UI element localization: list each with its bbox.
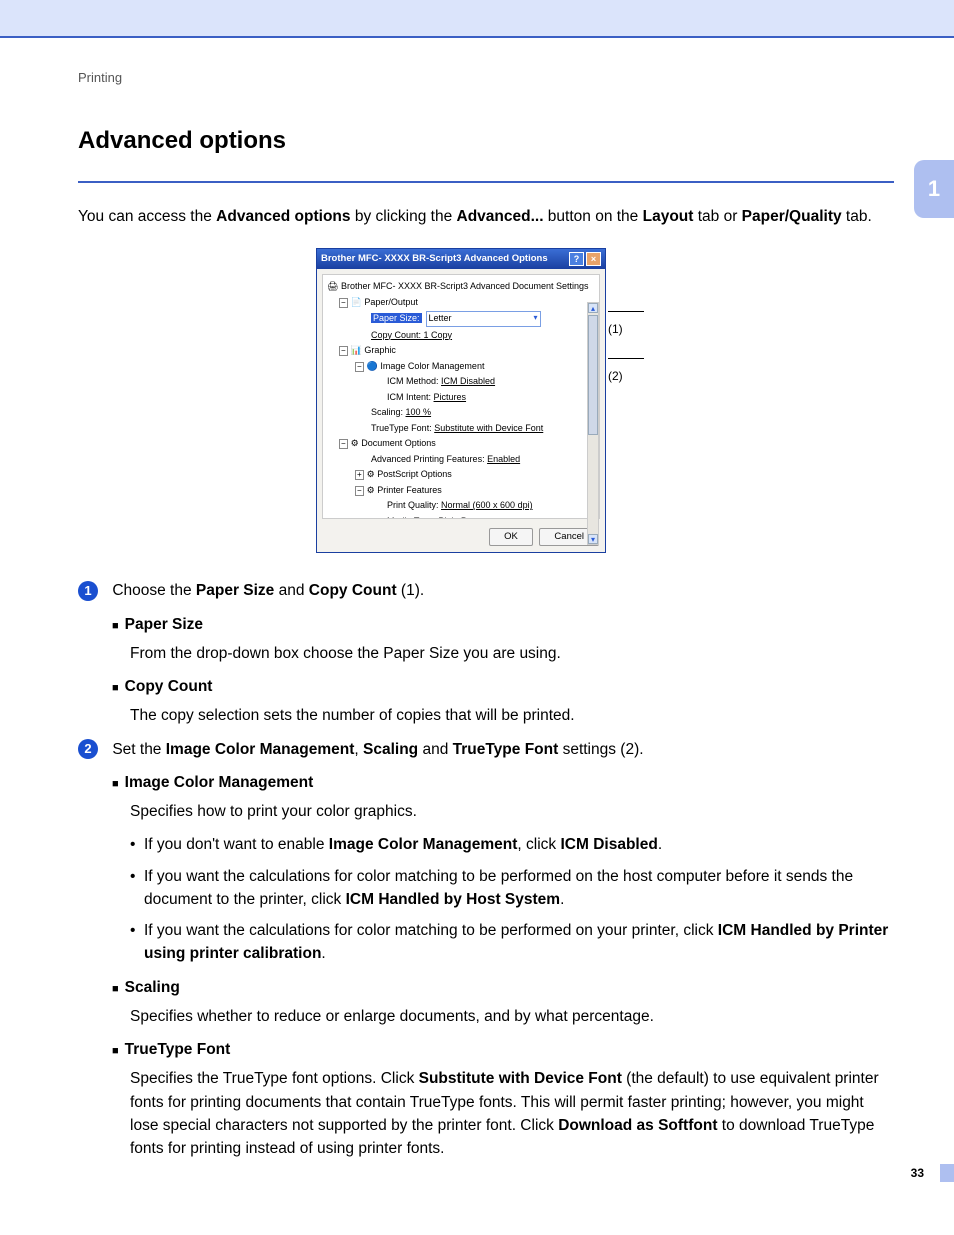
tree-icm-method[interactable]: ICM Method: ICM Disabled — [327, 374, 595, 390]
help-button[interactable]: ? — [569, 252, 584, 266]
step2-ttf: ■TrueType Font Specifies the TrueType fo… — [112, 1038, 894, 1160]
heading-rule — [78, 181, 894, 183]
advanced-options-dialog: Brother MFC- XXXX BR-Script3 Advanced Op… — [316, 248, 606, 554]
callout-1: (1) — [608, 302, 656, 338]
page-content: Printing Advanced options You can access… — [0, 38, 954, 1210]
intro-paragraph: You can access the Advanced options by c… — [78, 205, 894, 228]
scroll-thumb[interactable] — [588, 315, 598, 435]
tree-media-type[interactable]: Media Type: Plain Paper — [327, 514, 595, 520]
tree-paper-size[interactable]: Paper Size:Letter — [327, 310, 595, 328]
callout-2: (2) — [608, 349, 656, 385]
dialog-tree: 🖨 Brother MFC- XXXX BR-Script3 Advanced … — [322, 274, 600, 519]
tree-icm[interactable]: −🔵 Image Color Management — [327, 359, 595, 375]
dialog-scrollbar[interactable]: ▴ ▾ — [587, 302, 599, 545]
page-number-band — [940, 1164, 954, 1182]
step-badge-2: 2 — [78, 739, 98, 759]
icm-bullet-2: If you want the calculations for color m… — [130, 865, 894, 912]
tree-copy-count[interactable]: Copy Count: 1 Copy — [327, 328, 595, 344]
step1-copy-count: ■Copy Count The copy selection sets the … — [112, 675, 894, 728]
step-1: 1 Choose the Paper Size and Copy Count (… — [78, 579, 894, 727]
dialog-figure: Brother MFC- XXXX BR-Script3 Advanced Op… — [316, 248, 656, 554]
page-number: 33 — [911, 1166, 924, 1180]
scroll-up-icon[interactable]: ▴ — [588, 303, 598, 313]
close-button[interactable]: × — [586, 252, 601, 266]
dialog-title: Brother MFC- XXXX BR-Script3 Advanced Op… — [321, 252, 567, 266]
step-badge-1: 1 — [78, 581, 98, 601]
chapter-tab: 1 — [914, 160, 954, 218]
ok-button[interactable]: OK — [489, 528, 533, 546]
tree-root: 🖨 Brother MFC- XXXX BR-Script3 Advanced … — [327, 279, 595, 295]
step-2: 2 Set the Image Color Management, Scalin… — [78, 738, 894, 1161]
tree-paper-output[interactable]: −📄 Paper/Output — [327, 295, 595, 311]
tree-printer-features[interactable]: −⚙ Printer Features — [327, 483, 595, 499]
tree-apf[interactable]: Advanced Printing Features: Enabled — [327, 452, 595, 468]
dialog-titlebar: Brother MFC- XXXX BR-Script3 Advanced Op… — [317, 249, 605, 269]
tree-icm-intent[interactable]: ICM Intent: Pictures — [327, 390, 595, 406]
tree-ttf[interactable]: TrueType Font: Substitute with Device Fo… — [327, 421, 595, 437]
tree-scaling[interactable]: Scaling: 100 % — [327, 405, 595, 421]
icm-bullet-1: If you don't want to enable Image Color … — [130, 833, 894, 856]
tree-print-quality[interactable]: Print Quality: Normal (600 x 600 dpi) — [327, 498, 595, 514]
step1-paper-size: ■Paper Size From the drop-down box choos… — [112, 613, 894, 666]
tree-ps-options[interactable]: +⚙ PostScript Options — [327, 467, 595, 483]
breadcrumb: Printing — [78, 68, 894, 88]
dialog-button-row: OK Cancel — [317, 524, 605, 552]
scroll-down-icon[interactable]: ▾ — [588, 534, 598, 544]
paper-size-dropdown[interactable]: Letter — [426, 311, 541, 327]
chapter-number: 1 — [928, 176, 940, 202]
section-heading: Advanced options — [78, 123, 894, 159]
icm-bullet-3: If you want the calculations for color m… — [130, 919, 894, 966]
page-header-band — [0, 0, 954, 38]
tree-doc-options[interactable]: −⚙ Document Options — [327, 436, 595, 452]
tree-graphic[interactable]: −📊 Graphic — [327, 343, 595, 359]
step2-icm: ■Image Color Management Specifies how to… — [112, 771, 894, 966]
step2-scaling: ■Scaling Specifies whether to reduce or … — [112, 976, 894, 1029]
